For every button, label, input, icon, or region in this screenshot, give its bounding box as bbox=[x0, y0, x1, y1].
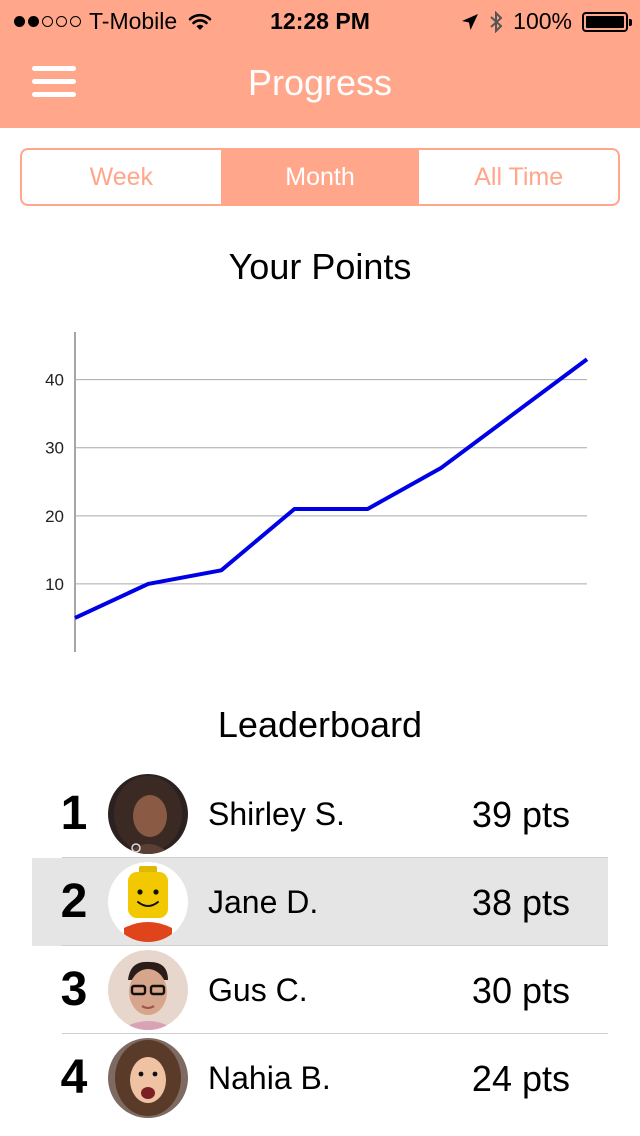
rank-number: 2 bbox=[60, 875, 88, 928]
avatar bbox=[108, 862, 188, 942]
tab-month[interactable]: Month bbox=[220, 150, 420, 204]
page-title: Progress bbox=[247, 62, 393, 103]
player-name: Nahia B. bbox=[208, 1060, 331, 1096]
tab-week[interactable]: Week bbox=[22, 150, 221, 204]
time-range-segmented-control: Week Month All Time bbox=[20, 148, 620, 206]
rank-number: 3 bbox=[60, 963, 88, 1016]
player-name: Jane D. bbox=[208, 884, 319, 920]
avatar bbox=[108, 1038, 188, 1118]
rank-number: 1 bbox=[60, 787, 88, 840]
chart-title: Your Points bbox=[228, 246, 412, 287]
y-tick-label: 20 bbox=[45, 507, 64, 526]
battery-percent: 100% bbox=[513, 8, 572, 34]
player-points: 38 pts bbox=[471, 882, 570, 923]
points-series-line bbox=[74, 357, 589, 620]
avatar bbox=[108, 774, 188, 854]
player-points: 30 pts bbox=[471, 970, 570, 1011]
location-arrow-icon bbox=[462, 13, 479, 30]
bluetooth-icon bbox=[490, 10, 503, 33]
status-bar: T-Mobile 12:28 PM 100% bbox=[0, 0, 640, 40]
leaderboard-row[interactable]: 3 Gus C. 30 pts bbox=[32, 946, 608, 1034]
leaderboard-title: Leaderboard bbox=[217, 704, 423, 745]
leaderboard-row[interactable]: 2 Jane D. 38 pts bbox=[32, 858, 608, 946]
points-line-chart: 10 20 30 40 bbox=[45, 332, 589, 652]
player-points: 39 pts bbox=[471, 794, 570, 835]
leaderboard-row[interactable]: 4 Nahia B. 24 pts bbox=[32, 1034, 608, 1122]
nav-header: T-Mobile 12:28 PM 100% Progress bbox=[0, 0, 640, 128]
player-name: Gus C. bbox=[208, 972, 308, 1008]
tab-all-time[interactable]: All Time bbox=[419, 150, 618, 204]
status-right: 100% bbox=[461, 8, 632, 35]
y-tick-label: 40 bbox=[45, 371, 64, 390]
battery-icon bbox=[582, 11, 632, 32]
rank-number: 4 bbox=[60, 1051, 88, 1104]
avatar bbox=[108, 950, 188, 1030]
leaderboard-row[interactable]: 1 Shirley S. 39 pts bbox=[32, 770, 608, 858]
player-name: Shirley S. bbox=[208, 796, 345, 832]
y-tick-label: 30 bbox=[45, 439, 64, 458]
player-points: 24 pts bbox=[471, 1058, 570, 1099]
y-tick-label: 10 bbox=[45, 575, 64, 594]
